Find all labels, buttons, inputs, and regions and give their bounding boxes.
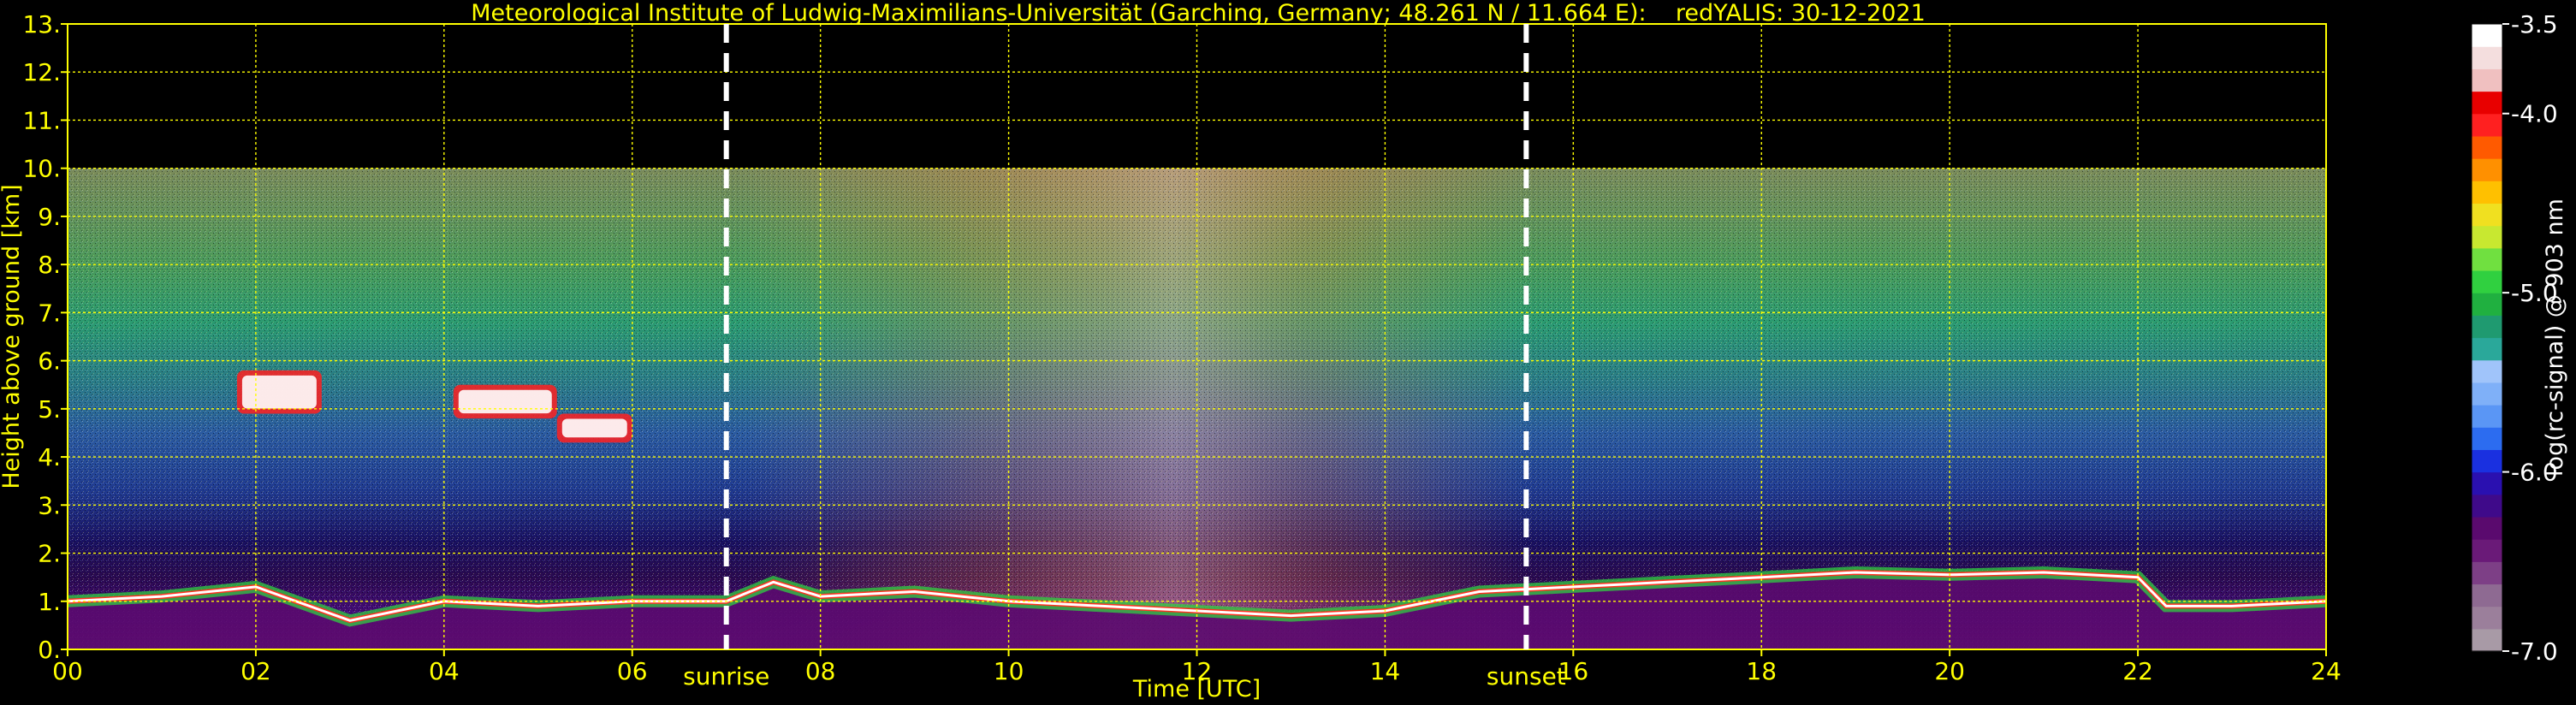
colorbar-segment bbox=[2472, 113, 2502, 137]
x-tick-label: 14 bbox=[1370, 657, 1401, 685]
colorbar-segment bbox=[2472, 158, 2502, 181]
colorbar-segment bbox=[2472, 225, 2502, 249]
colorbar-segment bbox=[2472, 516, 2502, 540]
cloud-layer-core-0 bbox=[241, 375, 317, 409]
x-tick-label: 18 bbox=[1746, 657, 1777, 685]
x-tick-label: 22 bbox=[2122, 657, 2153, 685]
cloud-layer-core-1 bbox=[458, 389, 552, 414]
y-tick-label: 0. bbox=[38, 636, 61, 664]
colorbar-segment bbox=[2472, 337, 2502, 361]
y-tick-label: 2. bbox=[38, 540, 61, 568]
y-tick-label: 1. bbox=[38, 588, 61, 616]
colorbar-segment bbox=[2472, 561, 2502, 585]
x-tick-label: 04 bbox=[429, 657, 460, 685]
colorbar-tick-label: -4.0 bbox=[2511, 100, 2558, 128]
annotation-label: sunrise bbox=[683, 662, 769, 690]
colorbar bbox=[2471, 23, 2503, 652]
plot-area bbox=[67, 23, 2327, 650]
colorbar-segment bbox=[2472, 315, 2502, 339]
colorbar-segment bbox=[2472, 494, 2502, 518]
x-tick-label: 24 bbox=[2311, 657, 2342, 685]
colorbar-segment bbox=[2472, 359, 2502, 383]
y-tick-label: 11. bbox=[22, 106, 61, 134]
colorbar-segment bbox=[2472, 181, 2502, 204]
colorbar-segment bbox=[2472, 68, 2502, 92]
y-tick-label: 9. bbox=[38, 203, 61, 231]
x-tick-label: 10 bbox=[994, 657, 1024, 685]
colorbar-segment bbox=[2472, 427, 2502, 450]
y-tick-label: 6. bbox=[38, 347, 61, 376]
colorbar-segment bbox=[2472, 91, 2502, 115]
colorbar-segment bbox=[2472, 382, 2502, 406]
y-tick-label: 3. bbox=[38, 491, 61, 519]
y-axis-label: Height above ground [km] bbox=[0, 184, 25, 489]
chart-title: Meteorological Institute of Ludwig-Maxim… bbox=[471, 0, 1926, 27]
colorbar-tick-label: -3.5 bbox=[2511, 10, 2558, 39]
colorbar-segment bbox=[2472, 270, 2502, 293]
x-axis-label: Time [UTC] bbox=[1132, 676, 1261, 702]
colorbar-tick-label: -7.0 bbox=[2511, 637, 2558, 666]
colorbar-segment bbox=[2472, 584, 2502, 607]
x-tick-label: 20 bbox=[1934, 657, 1965, 685]
colorbar-segment bbox=[2472, 628, 2502, 652]
x-tick-label: 06 bbox=[617, 657, 648, 685]
cloud-layer-core-2 bbox=[561, 418, 627, 438]
colorbar-segment bbox=[2472, 135, 2502, 159]
colorbar-segment bbox=[2472, 293, 2502, 316]
colorbar-segment bbox=[2472, 471, 2502, 495]
annotation-label: sunset bbox=[1487, 662, 1566, 690]
colorbar-segment bbox=[2472, 46, 2502, 69]
y-tick-label: 7. bbox=[38, 299, 61, 327]
y-tick-label: 4. bbox=[38, 443, 61, 471]
colorbar-segment bbox=[2472, 247, 2502, 271]
colorbar-segment bbox=[2472, 539, 2502, 562]
lidar-chart: Meteorological Institute of Ludwig-Maxim… bbox=[0, 0, 2568, 702]
y-tick-label: 5. bbox=[38, 395, 61, 424]
colorbar-segment bbox=[2472, 24, 2502, 47]
x-tick-label: 02 bbox=[240, 657, 271, 685]
y-tick-label: 8. bbox=[38, 251, 61, 279]
y-tick-label: 12. bbox=[22, 58, 61, 86]
x-tick-label: 08 bbox=[805, 657, 836, 685]
colorbar-segment bbox=[2472, 203, 2502, 227]
colorbar-segment bbox=[2472, 606, 2502, 630]
y-tick-label: 13. bbox=[22, 10, 61, 39]
colorbar-segment bbox=[2472, 405, 2502, 428]
colorbar-label: log(rc-signal) @ 903 nm bbox=[2542, 198, 2568, 477]
colorbar-segment bbox=[2472, 449, 2502, 473]
y-tick-label: 10. bbox=[22, 155, 61, 183]
